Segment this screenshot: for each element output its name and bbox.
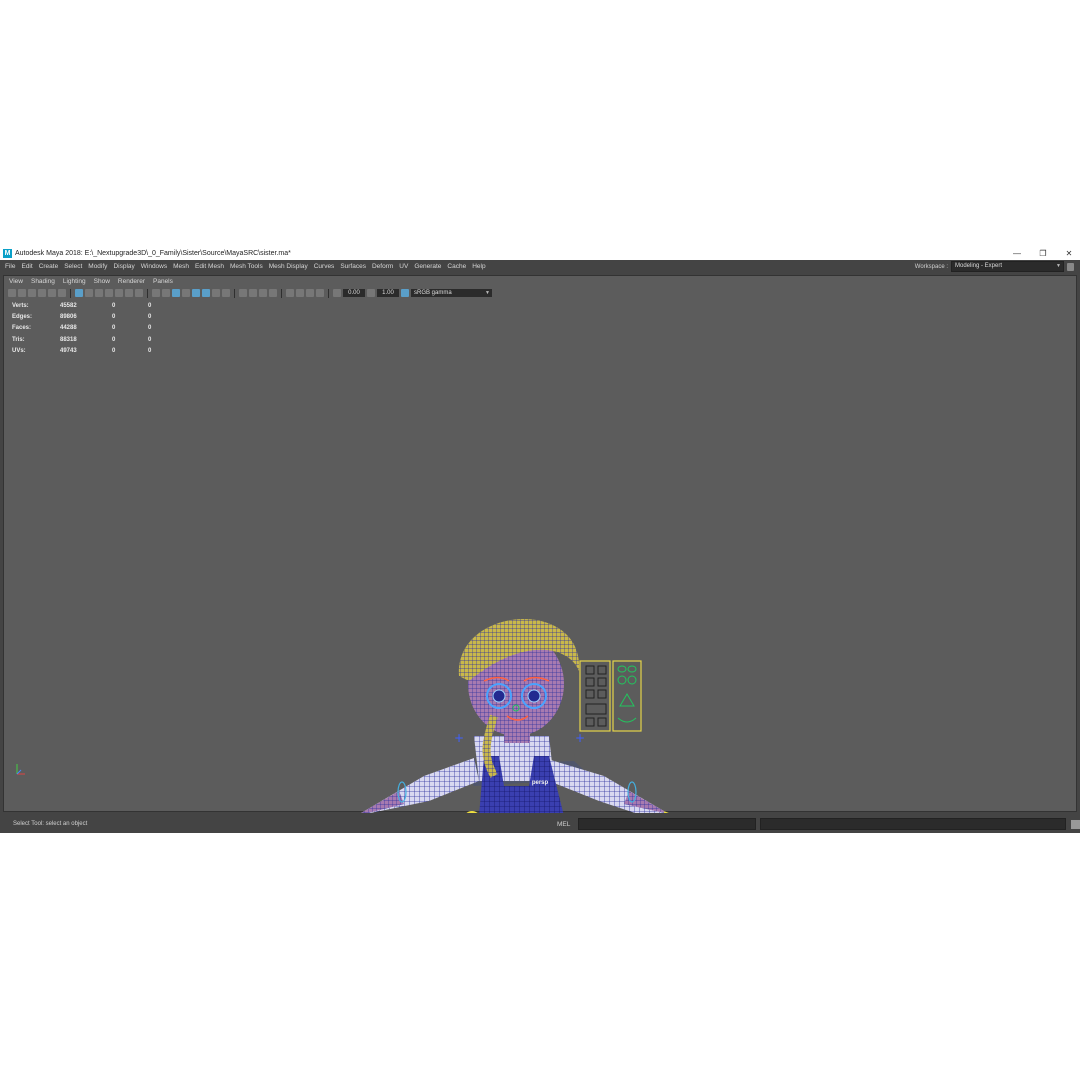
maya-window: M Autodesk Maya 2018: E:\_Nextupgrade3D\… bbox=[0, 246, 1080, 833]
status-bar: Select Tool: select an object MEL bbox=[0, 815, 1080, 833]
menu-help[interactable]: Help bbox=[472, 263, 485, 270]
menu-curves[interactable]: Curves bbox=[314, 263, 335, 270]
menu-edit-mesh[interactable]: Edit Mesh bbox=[195, 263, 224, 270]
close-button[interactable]: ✕ bbox=[1064, 249, 1074, 258]
workspace-label: Workspace : bbox=[914, 263, 948, 270]
svg-text:+: + bbox=[575, 731, 585, 745]
menu-windows[interactable]: Windows bbox=[141, 263, 167, 270]
menu-modify[interactable]: Modify bbox=[88, 263, 107, 270]
menu-create[interactable]: Create bbox=[39, 263, 59, 270]
facial-control-panel bbox=[579, 660, 642, 732]
maya-logo-icon: M bbox=[3, 248, 12, 258]
command-result-field bbox=[760, 818, 1066, 830]
persp-viewport[interactable]: View Shading Lighting Show Renderer Pane… bbox=[3, 275, 1078, 813]
minimize-button[interactable]: — bbox=[1012, 249, 1022, 258]
camera-name-label: persp bbox=[531, 780, 549, 786]
maximize-button[interactable]: ❐ bbox=[1038, 249, 1048, 258]
menu-deform[interactable]: Deform bbox=[372, 263, 393, 270]
svg-text:+: + bbox=[454, 731, 464, 745]
menu-edit[interactable]: Edit bbox=[21, 263, 32, 270]
cog-control bbox=[466, 811, 478, 813]
script-editor-icon[interactable] bbox=[1071, 819, 1080, 829]
menu-generate[interactable]: Generate bbox=[414, 263, 441, 270]
mel-toggle[interactable]: MEL bbox=[557, 821, 575, 828]
workspace-selector: Workspace : Modeling - Expert bbox=[915, 260, 1074, 273]
menu-mesh-tools[interactable]: Mesh Tools bbox=[230, 263, 263, 270]
menu-display[interactable]: Display bbox=[113, 263, 134, 270]
menu-mesh-display[interactable]: Mesh Display bbox=[269, 263, 308, 270]
menu-surfaces[interactable]: Surfaces bbox=[340, 263, 366, 270]
workspace-dropdown[interactable]: Modeling - Expert bbox=[951, 261, 1064, 272]
menu-cache[interactable]: Cache bbox=[447, 263, 466, 270]
menu-mesh[interactable]: Mesh bbox=[173, 263, 189, 270]
window-title: Autodesk Maya 2018: E:\_Nextupgrade3D\_0… bbox=[15, 249, 291, 257]
character-model[interactable]: + + + + bbox=[4, 276, 1078, 813]
view-axis-icon bbox=[16, 764, 25, 775]
lock-icon[interactable] bbox=[1067, 262, 1074, 271]
help-line: Select Tool: select an object bbox=[13, 821, 88, 827]
menu-select[interactable]: Select bbox=[64, 263, 82, 270]
menu-uv[interactable]: UV bbox=[399, 263, 408, 270]
title-bar: M Autodesk Maya 2018: E:\_Nextupgrade3D\… bbox=[0, 246, 1080, 260]
command-line-input[interactable] bbox=[578, 818, 756, 830]
menu-file[interactable]: File bbox=[5, 263, 15, 270]
